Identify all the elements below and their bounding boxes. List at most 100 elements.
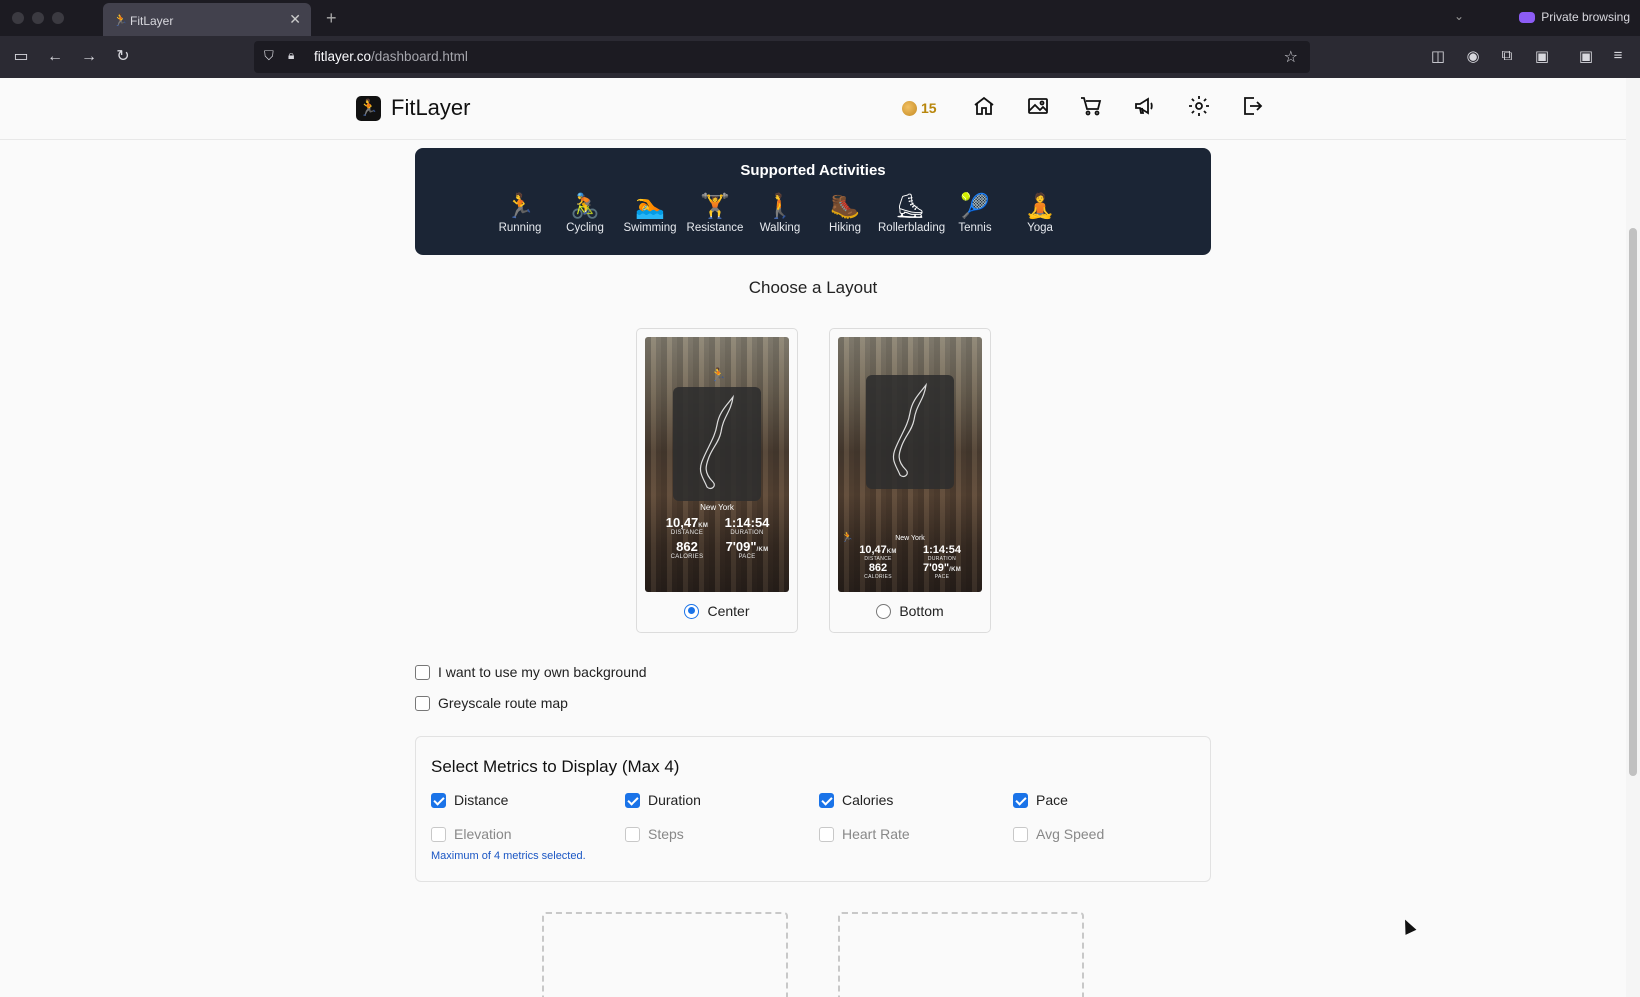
preview-pace: 7'09"/KM [725,539,769,554]
metric-pace[interactable]: Pace [1013,792,1068,808]
favicon-icon: 🏃 [113,13,128,27]
preview-duration-label: DURATION [730,530,764,536]
greyscale-option[interactable]: Greyscale route map [415,695,568,711]
metrics-panel: Select Metrics to Display (Max 4) Distan… [415,736,1211,882]
page-scrollbar[interactable] [1626,78,1640,997]
menu-icon[interactable]: ≡ [1608,47,1628,64]
pace-checkbox[interactable] [1013,792,1028,808]
back-icon[interactable]: ← [43,46,67,68]
logo-icon[interactable]: 🏃 [356,96,381,121]
scrollbar-thumb[interactable] [1629,228,1637,776]
window-zoom-button[interactable] [52,12,64,24]
cart-icon[interactable] [1079,94,1107,122]
preview-pace-label: PACE [934,574,950,580]
preview-calories: 862 [868,562,888,574]
settings-icon[interactable] [1187,94,1215,122]
activity-label: Cycling [566,222,604,234]
activity-hiking: 🥾 Hiking [813,192,877,234]
duration-label: Duration [648,792,701,808]
home-icon[interactable] [972,94,1000,122]
greyscale-label: Greyscale route map [438,695,568,711]
activity-swimming: 🏊 Swimming [618,192,682,234]
metric-duration[interactable]: Duration [625,792,701,808]
bookmark-star-icon[interactable]: ☆ [1284,47,1298,67]
brand-name[interactable]: FitLayer [391,95,470,121]
lock-icon[interactable]: 🔒︎ [288,48,294,63]
layout-option-center[interactable]: Center [637,603,797,619]
distance-checkbox[interactable] [431,792,446,808]
greyscale-checkbox[interactable] [415,695,430,711]
layout-card-center[interactable]: 🏃 New York 10,47KM DISTANCE 1:14:54 DURA… [636,328,798,633]
upload-dropzone-2[interactable] [838,912,1084,997]
bottom-label: Bottom [899,603,944,619]
activity-label: Running [498,222,542,234]
own-background-option[interactable]: I want to use my own background [415,664,647,680]
tab-close-icon[interactable]: ✕ [289,11,301,28]
url-text[interactable]: fitlayer.co/dashboard.html [314,49,468,64]
own-background-checkbox[interactable] [415,664,430,680]
account-icon[interactable]: ◉ [1463,47,1483,65]
tab-list-chevron-icon[interactable]: ⌄ [1454,9,1464,23]
forward-icon[interactable]: → [77,46,101,68]
center-label: Center [707,603,750,619]
tab-title: FitLayer [130,14,174,28]
sidebar-toggle-icon[interactable]: ▭ [9,46,33,68]
center-radio[interactable] [684,603,700,619]
steps-checkbox [625,826,640,842]
extension-b-icon[interactable]: ▣ [1576,47,1596,65]
app-header: 🏃 FitLayer 15 [0,78,1626,140]
megaphone-icon[interactable] [1133,94,1161,122]
private-mask-icon [1519,11,1536,23]
cycling-icon: 🚴 [570,193,600,220]
coin-icon [902,100,917,116]
calories-checkbox[interactable] [819,792,834,808]
heart-rate-label: Heart Rate [842,826,910,842]
bottom-radio[interactable] [876,603,892,619]
window-close-button[interactable] [12,12,24,24]
walking-icon: 🚶 [765,193,795,220]
elevation-label: Elevation [454,826,512,842]
preview-pace-label: PACE [738,554,756,560]
activity-label: Resistance [686,222,744,234]
metric-elevation: Elevation [431,826,512,842]
extension-a-icon[interactable]: ▣ [1532,47,1552,65]
preview-calories: 862 [676,539,698,554]
coin-count: 15 [921,100,937,116]
resistance-icon: 🏋 [700,193,730,220]
browser-nav-bar: ▭ ← → ↻ ⛉ 🔒︎ fitlayer.co/dashboard.html … [0,36,1640,78]
activity-resistance: 🏋 Resistance [683,192,747,234]
new-tab-icon[interactable]: + [326,8,337,29]
preview-city: New York [895,535,925,542]
shield-icon[interactable]: ⛉ [264,48,274,64]
page: 🏃 FitLayer 15 Supported Activities 🏃 Runn… [0,78,1626,997]
pace-label: Pace [1036,792,1068,808]
layout-option-bottom[interactable]: Bottom [830,603,990,619]
url-bar[interactable]: ⛉ 🔒︎ fitlayer.co/dashboard.html ☆ [254,41,1310,73]
mouse-cursor [1399,917,1417,935]
preview-distance: 10,47KM [859,544,897,556]
browser-tab[interactable]: 🏃 FitLayer ✕ [103,3,311,36]
gallery-icon[interactable] [1026,94,1054,122]
metric-heart-rate: Heart Rate [819,826,910,842]
logout-icon[interactable] [1240,94,1268,122]
elevation-checkbox [431,826,446,842]
extensions-icon[interactable]: ⧉ [1497,47,1517,64]
window-minimize-button[interactable] [32,12,44,24]
activity-label: Tennis [958,222,992,234]
layout-card-bottom[interactable]: 🏃 New York 10,47KM DISTANCE 1:14:54 DURA… [829,328,991,633]
activity-label: Swimming [623,222,677,234]
metric-distance[interactable]: Distance [431,792,508,808]
supported-activities-banner: Supported Activities 🏃 Running 🚴 Cycling 🏊 Sw… [415,148,1211,255]
pocket-icon[interactable]: ◫ [1428,47,1448,65]
coin-balance[interactable]: 15 [902,100,937,116]
duration-checkbox[interactable] [625,792,640,808]
reload-icon[interactable]: ↻ [111,46,135,68]
route-map [673,387,761,501]
activity-running: 🏃 Running [488,192,552,234]
metric-calories[interactable]: Calories [819,792,893,808]
upload-dropzone-1[interactable] [542,912,788,997]
yoga-icon: 🧘 [1025,193,1055,220]
preview-distance-label: DISTANCE [670,530,704,536]
runner-icon: 🏃 [710,367,727,382]
swimming-icon: 🏊 [635,193,665,220]
